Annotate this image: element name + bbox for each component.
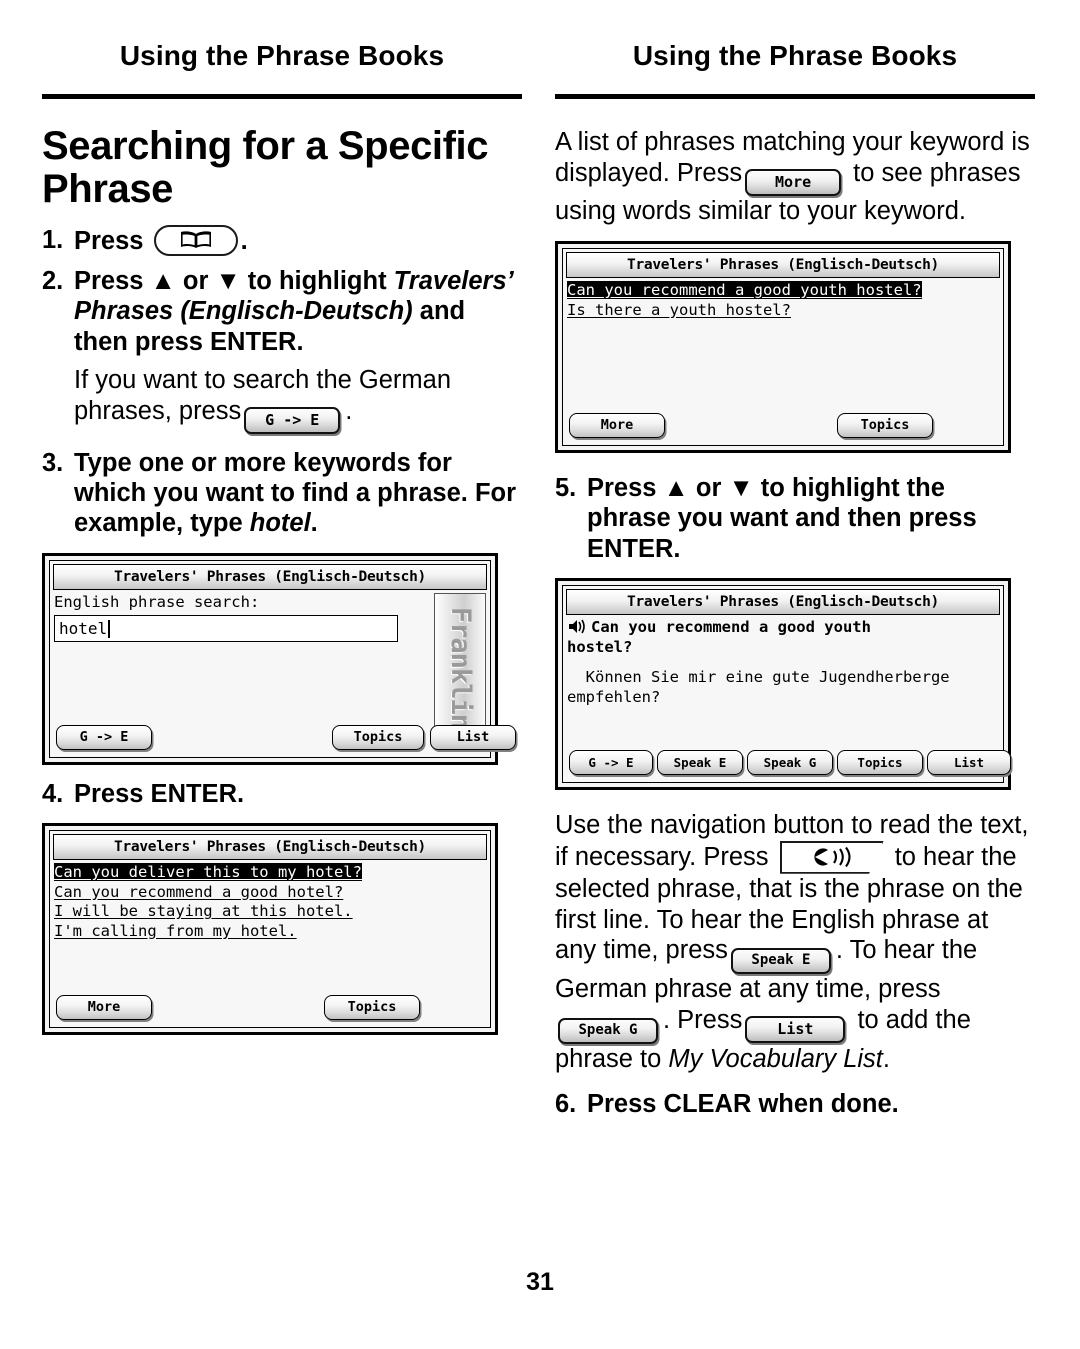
lcd-title-search: Travelers' Phrases (Englisch-Deutsch) — [53, 563, 487, 590]
step-3-tail: . — [310, 509, 318, 538]
step-2-line1: Press ▲ or ▼ to highlight — [74, 266, 387, 295]
more-button-inline[interactable]: More — [745, 168, 842, 196]
step-4: 4. Press ENTER. — [42, 779, 522, 809]
page-number: 31 — [526, 1268, 554, 1296]
step-6-body: Press CLEAR when done. — [587, 1089, 899, 1118]
step-3: 3. Type one or more keywords for which y… — [42, 448, 522, 539]
open-book-glyph — [180, 231, 211, 249]
intro-paragraph: A list of phrases matching your keyword … — [555, 127, 1035, 227]
nav-text-f: . — [882, 1045, 890, 1074]
step-1-number: 1. — [42, 225, 64, 254]
step-3-italic-keyword: hotel — [249, 509, 311, 538]
lcd-button-speak-e[interactable]: Speak E — [657, 749, 743, 775]
step-5-number: 5. — [555, 473, 577, 502]
lcd-screen-results-hostel: Travelers' Phrases (Englisch-Deutsch) Ca… — [555, 240, 1011, 453]
ge-button-inline[interactable]: G -> E — [244, 406, 341, 434]
manual-page: Using the Phrase Books Searching for a S… — [0, 0, 1080, 1349]
lcd-footer-results-hostel: More Topics — [569, 406, 997, 440]
lcd-body-results-hotel: Can you deliver this to my hotel? Can yo… — [54, 862, 486, 985]
detail-english-row: Can you recommend a good youth hostel? — [567, 618, 999, 657]
list-item[interactable]: I will be staying at this hotel. — [54, 902, 353, 920]
lcd-button-topics[interactable]: Topics — [837, 412, 933, 438]
lcd-body-detail: Can you recommend a good youth hostel? K… — [567, 618, 999, 740]
speak-g-button-inline[interactable]: Speak G — [558, 1018, 658, 1045]
lcd-button-speak-g[interactable]: Speak G — [747, 749, 833, 775]
step-1-body: Press . — [74, 224, 522, 256]
lcd-inner-results-hostel: Travelers' Phrases (Englisch-Deutsch) Ca… — [562, 247, 1004, 446]
step-5-body: Press ▲ or ▼ to highlight the phrase you… — [587, 473, 977, 563]
step-2-number: 2. — [42, 266, 64, 295]
lcd-title-results-hostel: Travelers' Phrases (Englisch-Deutsch) — [566, 251, 1000, 278]
book-key-icon[interactable] — [153, 224, 238, 256]
step-3-body: Type one or more keywords for which you … — [74, 448, 522, 539]
nav-italic-my-vocabulary-list: My Vocabulary List — [668, 1045, 883, 1074]
lcd-button-more[interactable]: More — [569, 412, 665, 438]
speak-e-button-inline[interactable]: Speak E — [730, 948, 831, 975]
watermark-text: Franklin — [445, 606, 477, 729]
lcd-screen-results-hotel: Travelers' Phrases (Englisch-Deutsch) Ca… — [42, 822, 498, 1035]
step-2: 2. Press ▲ or ▼ to highlight Travelers’ … — [42, 266, 522, 357]
header-rule-right — [555, 94, 1035, 99]
lcd-inner-results-hotel: Travelers' Phrases (Englisch-Deutsch) Ca… — [49, 829, 491, 1028]
step-1-text: Press — [74, 226, 144, 255]
list-item[interactable]: Is there a youth hostel? — [567, 301, 791, 319]
lcd-button-topics[interactable]: Topics — [324, 994, 420, 1020]
lcd-button-list[interactable]: List — [430, 724, 516, 750]
right-column: Using the Phrase Books A list of phrases… — [555, 0, 1035, 1119]
lcd-button-ge[interactable]: G -> E — [56, 724, 152, 750]
speaker-icon — [569, 619, 585, 634]
lcd-button-more[interactable]: More — [56, 994, 152, 1020]
list-item[interactable]: Can you recommend a good hotel? — [54, 883, 343, 901]
lcd-inner-detail: Travelers' Phrases (Englisch-Deutsch) Ca… — [562, 584, 1011, 783]
step-2-note-text-b: . — [345, 396, 353, 425]
list-item[interactable]: I'm calling from my hotel. — [54, 922, 297, 940]
step-2-note: If you want to search the German phrases… — [42, 365, 522, 434]
lcd-footer-results-hotel: More Topics — [56, 988, 484, 1022]
search-input[interactable]: hotel — [54, 615, 398, 643]
lcd-body-search: English phrase search: hotel Franklin — [54, 592, 486, 743]
list-item[interactable]: Can you recommend a good youth hostel? — [567, 280, 922, 299]
speak-key-icon[interactable] — [779, 840, 884, 874]
lcd-inner-search: Travelers' Phrases (Englisch-Deutsch) En… — [49, 559, 516, 758]
lcd-footer-search: G -> E Topics List — [56, 718, 516, 752]
search-field-label: English phrase search: — [54, 592, 260, 611]
step-5: 5. Press ▲ or ▼ to highlight the phrase … — [555, 473, 1035, 564]
step-1-period: . — [240, 226, 248, 255]
step-3-number: 3. — [42, 448, 64, 477]
lcd-footer-detail: G -> E Speak E Speak G Topics List — [569, 743, 1011, 777]
step-4-body: Press ENTER. — [74, 779, 245, 808]
lcd-screen-detail: Travelers' Phrases (Englisch-Deutsch) Ca… — [555, 577, 1011, 790]
running-head-right: Using the Phrase Books — [632, 40, 958, 71]
lcd-button-list[interactable]: List — [927, 749, 1011, 775]
lcd-title-detail: Travelers' Phrases (Englisch-Deutsch) — [566, 588, 1000, 615]
header-rule-left — [42, 94, 522, 99]
step-4-number: 4. — [42, 779, 64, 808]
lcd-button-topics[interactable]: Topics — [332, 724, 424, 750]
nav-text-d: . Press — [663, 1006, 743, 1035]
text-caret — [108, 619, 111, 638]
lcd-title-results-hotel: Travelers' Phrases (Englisch-Deutsch) — [53, 833, 487, 860]
detail-english-text: Can you recommend a good youth hostel? — [567, 617, 871, 656]
lcd-button-ge[interactable]: G -> E — [569, 749, 653, 775]
running-head-left: Using the Phrase Books — [119, 40, 445, 71]
detail-german-text: Können Sie mir eine gute Jugendherberge … — [567, 668, 950, 706]
step-6: 6. Press CLEAR when done. — [555, 1089, 1035, 1119]
navigation-paragraph: Use the navigation button to read the te… — [555, 810, 1035, 1075]
speaker-mouth-glyph — [814, 846, 851, 867]
step-2-body: Press ▲ or ▼ to highlight Travelers’ Phr… — [74, 266, 522, 357]
list-item[interactable]: Can you deliver this to my hotel? — [54, 862, 362, 881]
step-1: 1. Press . — [42, 224, 522, 256]
lcd-button-topics[interactable]: Topics — [837, 749, 923, 775]
list-button-inline[interactable]: List — [745, 1016, 846, 1044]
left-column: Using the Phrase Books Searching for a S… — [42, 0, 522, 1035]
lcd-body-results-hostel: Can you recommend a good youth hostel? I… — [567, 280, 999, 403]
step-6-number: 6. — [555, 1089, 577, 1118]
page-title: Searching for a Specific Phrase — [42, 124, 489, 211]
lcd-screen-search: Travelers' Phrases (Englisch-Deutsch) En… — [42, 552, 516, 765]
search-input-value: hotel — [59, 618, 108, 638]
